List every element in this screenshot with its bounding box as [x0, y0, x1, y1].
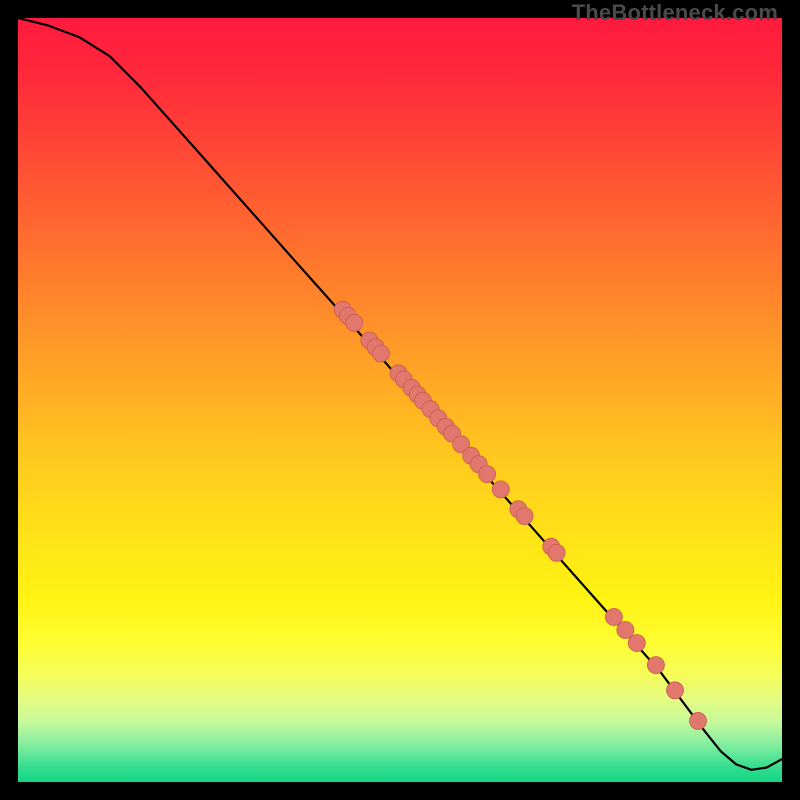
data-point: [628, 635, 645, 652]
data-point: [492, 481, 509, 498]
bottleneck-curve-line: [18, 18, 782, 770]
data-point: [548, 544, 565, 561]
data-point: [605, 609, 622, 626]
data-point: [372, 345, 389, 362]
data-point: [690, 712, 707, 729]
data-point: [647, 657, 664, 674]
chart-overlay: [18, 18, 782, 782]
chart-frame: TheBottleneck.com: [0, 0, 800, 800]
curve-markers: [334, 301, 706, 729]
data-point: [617, 622, 634, 639]
data-point: [667, 682, 684, 699]
data-point: [516, 508, 533, 525]
data-point: [346, 314, 363, 331]
data-point: [479, 466, 496, 483]
